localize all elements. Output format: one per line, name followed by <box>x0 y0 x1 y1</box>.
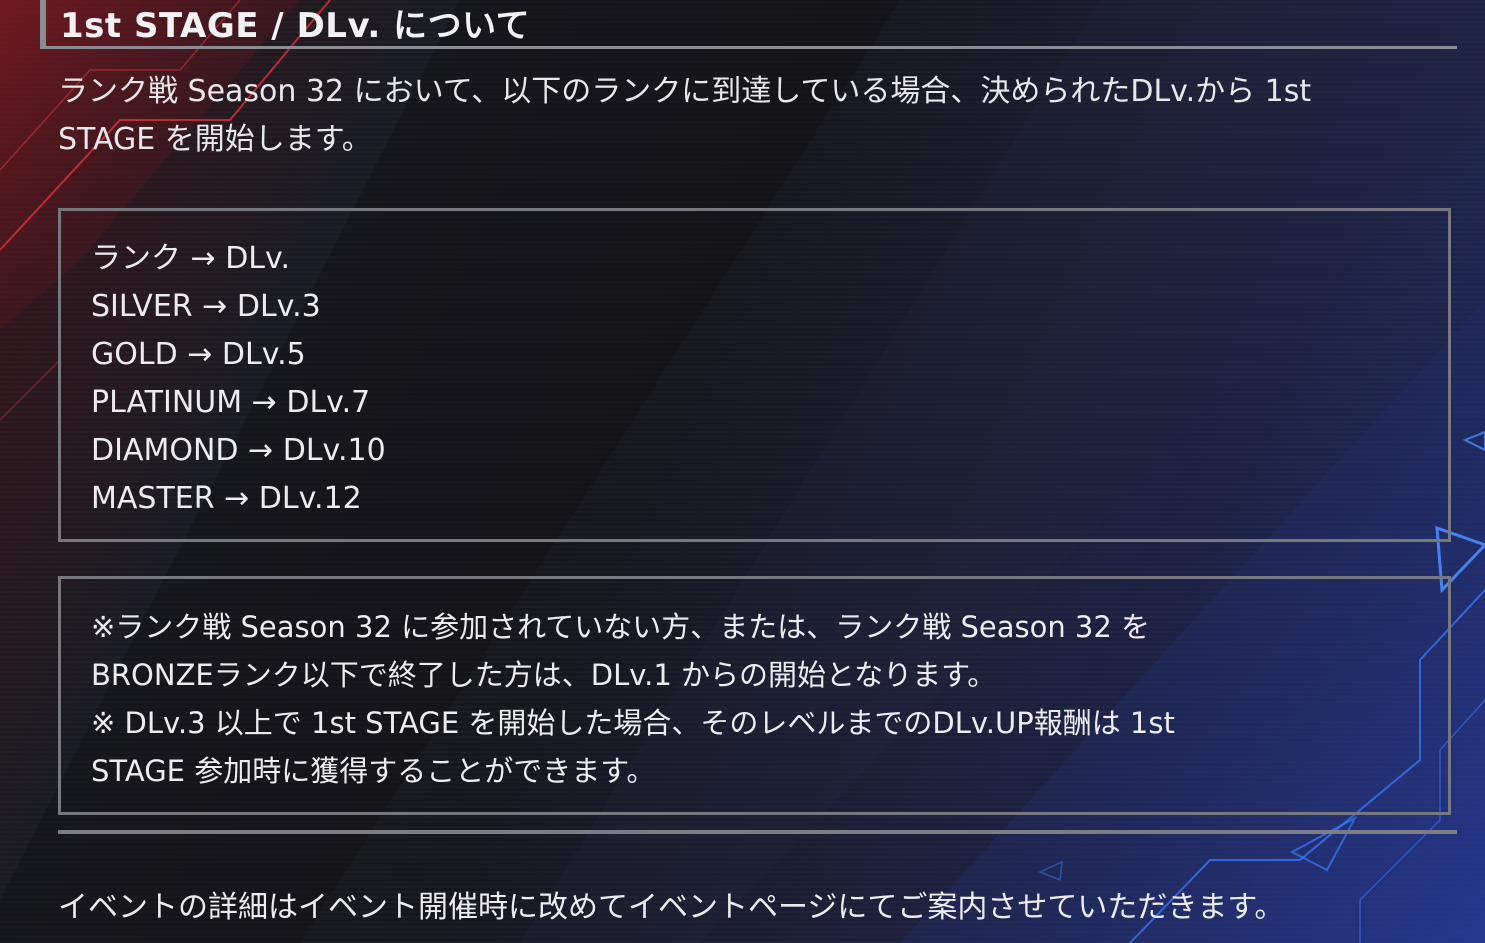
section-divider <box>58 830 1457 834</box>
rank-dlv-box: ランク → DLv. SILVER → DLv.3 GOLD → DLv.5 P… <box>58 208 1451 542</box>
heading-accent-bar <box>40 0 46 49</box>
intro-line: ランク戦 Season 32 において、以下のランクに到達している場合、決められ… <box>58 74 1312 109</box>
rank-table-header: ランク → DLv. <box>91 241 290 276</box>
note-line: BRONZEランク以下で終了した方は、DLv.1 からの開始となります。 <box>91 658 997 692</box>
section-title: 1st STAGE / DLv. について <box>60 6 531 46</box>
note-line: ※ランク戦 Season 32 に参加されていない方、または、ランク戦 Seas… <box>91 610 1151 644</box>
intro-line: STAGE を開始します。 <box>58 122 372 157</box>
rank-row-diamond: DIAMOND → DLv.10 <box>91 433 386 468</box>
notes-box: ※ランク戦 Season 32 に参加されていない方、または、ランク戦 Seas… <box>58 576 1451 815</box>
heading-divider <box>40 46 1457 49</box>
note-line: STAGE 参加時に獲得することができます。 <box>91 754 656 788</box>
rank-row-gold: GOLD → DLv.5 <box>91 337 306 372</box>
event-info-section: 1st STAGE / DLv. について ランク戦 Season 32 におい… <box>0 0 1485 943</box>
rank-row-platinum: PLATINUM → DLv.7 <box>91 385 371 420</box>
rank-row-silver: SILVER → DLv.3 <box>91 289 321 324</box>
section-header: 1st STAGE / DLv. について <box>40 0 1457 49</box>
note-line: ※ DLv.3 以上で 1st STAGE を開始した場合、そのレベルまでのDL… <box>91 706 1175 740</box>
intro-paragraph: ランク戦 Season 32 において、以下のランクに到達している場合、決められ… <box>58 68 1438 164</box>
footer-note: イベントの詳細はイベント開催時に改めてイベントページにてご案内させていただきます… <box>58 890 1285 925</box>
rank-row-master: MASTER → DLv.12 <box>91 481 362 516</box>
